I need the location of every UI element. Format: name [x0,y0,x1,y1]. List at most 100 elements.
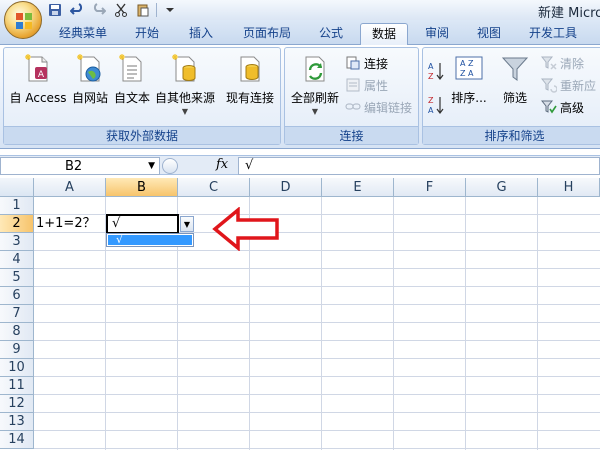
filter-button[interactable]: 筛选 [497,54,533,106]
row-header[interactable]: 10 [0,359,34,377]
sort-descending-icon: Z A [428,96,444,115]
from-other-sources-label: 自其他来源 [154,91,215,105]
name-box-value: B2 [65,159,83,174]
quick-access-toolbar [46,1,179,19]
customize-toolbar-icon[interactable] [161,2,179,18]
tab-review[interactable]: 审阅 [414,23,460,45]
clear-filter-label: 清除 [560,56,585,71]
from-text-button[interactable]: 自文本 [110,54,154,106]
cell-b2-value: √ [112,216,121,231]
sort-dialog-icon: A Z Z A [455,56,483,80]
chevron-down-icon: ▼ [181,107,189,116]
column-header[interactable]: H [538,178,600,197]
formula-bar-resize-handle[interactable] [162,158,178,174]
refresh-all-button[interactable]: 全部刷新 ▼ [289,54,341,116]
chevron-down-icon[interactable]: ▼ [148,161,155,171]
column-header[interactable]: A [34,178,106,197]
redo-icon[interactable] [90,2,108,18]
formula-input[interactable]: √ [238,157,600,175]
office-logo-icon [16,13,32,29]
group-connections: 全部刷新 ▼ 连接 属性 编辑链接 连接 [284,47,419,145]
group-sort-filter: A Z Z A A Z Z A 排序... 筛选 清除 重新应 高级 排序和筛选 [422,47,600,145]
tab-page-layout[interactable]: 页面布局 [234,23,300,45]
funnel-icon [501,57,529,81]
save-icon[interactable] [46,2,64,18]
title-bar: 新建 Micro [0,0,600,21]
tab-data[interactable]: 数据 [360,23,408,46]
row-header[interactable]: 3 [0,233,34,251]
advanced-filter-icon [541,100,557,114]
group-get-external-data: A 自 Access 自网站 自文本 自其他来源 ▼ 现有连接 获取外部数据 [3,47,281,145]
validation-dropdown-arrow[interactable]: ▼ [180,216,194,232]
validation-dropdown-list: √ [106,233,194,247]
properties-label: 属性 [364,78,389,93]
name-box[interactable]: B2 ▼ [0,157,160,175]
advanced-filter-button[interactable]: 高级 [541,98,584,116]
tab-developer[interactable]: 开发工具 [520,23,586,45]
select-all-button[interactable] [0,178,34,197]
column-header[interactable]: D [250,178,322,197]
access-db-icon: A [25,54,48,82]
reapply-label: 重新应 [560,78,597,93]
row-header[interactable]: 7 [0,305,34,323]
group-label-connections: 连接 [285,126,418,144]
row-header[interactable]: 1 [0,197,34,215]
row-header[interactable]: 9 [0,341,34,359]
active-cell-b2[interactable]: √ [106,214,179,234]
cut-icon[interactable] [112,2,130,18]
existing-connections-button[interactable]: 现有连接 [222,54,278,106]
reapply-button[interactable]: 重新应 [541,76,596,94]
row-header[interactable]: 8 [0,323,34,341]
svg-text:Z A: Z A [460,69,474,78]
tab-formulas[interactable]: 公式 [308,23,354,45]
from-other-sources-button[interactable]: 自其他来源 ▼ [154,54,216,116]
properties-icon [346,78,360,92]
from-access-button[interactable]: A 自 Access [8,54,68,106]
edit-links-label: 编辑链接 [364,100,413,115]
sort-descending-button[interactable]: Z A [427,96,445,115]
tab-insert[interactable]: 插入 [178,23,224,45]
sort-button[interactable]: A Z Z A 排序... [449,54,489,106]
from-web-label: 自网站 [71,91,108,105]
row-header[interactable]: 2 [0,215,34,233]
row-header[interactable]: 4 [0,251,34,269]
paste-icon[interactable] [134,2,152,18]
insert-function-icon[interactable]: fx [216,157,228,172]
properties-button[interactable]: 属性 [345,76,388,94]
office-button[interactable] [4,1,42,39]
column-header[interactable]: E [322,178,394,197]
cell-a2[interactable]: 1+1=2？ [36,215,96,233]
from-text-label: 自文本 [113,91,150,105]
database-icon [172,54,196,82]
clear-filter-icon [541,56,557,70]
undo-icon[interactable] [68,2,86,18]
row-header[interactable]: 5 [0,269,34,287]
row-header[interactable]: 13 [0,413,34,431]
column-header[interactable]: C [178,178,250,197]
group-label-get-external-data: 获取外部数据 [4,126,280,144]
tab-view[interactable]: 视图 [466,23,512,45]
edit-links-button[interactable]: 编辑链接 [345,98,412,116]
column-header[interactable]: G [466,178,538,197]
connections-button[interactable]: 连接 [345,54,388,72]
filter-label: 筛选 [502,91,527,105]
tab-home[interactable]: 开始 [124,23,170,45]
group-label-sort-filter: 排序和筛选 [423,126,600,144]
dropdown-option[interactable]: √ [108,234,192,245]
row-header[interactable]: 12 [0,395,34,413]
row-header[interactable]: 14 [0,431,34,449]
sort-ascending-button[interactable]: A Z [427,62,445,81]
sort-label: 排序... [451,91,487,105]
clear-filter-button[interactable]: 清除 [541,54,584,72]
text-file-icon [119,54,142,82]
link-icon [345,103,361,110]
sort-ascending-icon: A Z [428,62,444,81]
row-header[interactable]: 6 [0,287,34,305]
tab-classic-menu[interactable]: 经典菜单 [50,23,116,45]
column-header[interactable]: B [106,178,178,197]
row-header[interactable]: 11 [0,377,34,395]
svg-text:A: A [428,106,434,115]
refresh-all-label: 全部刷新 [290,91,339,105]
column-header[interactable]: F [394,178,466,197]
from-web-button[interactable]: 自网站 [70,54,110,106]
